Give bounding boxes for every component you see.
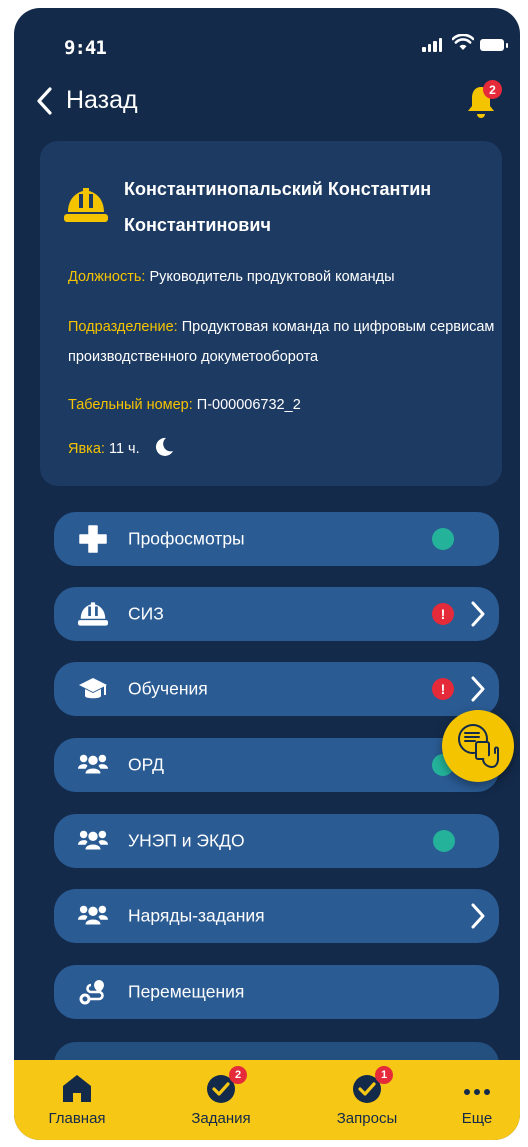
tab-label: Задания — [191, 1110, 251, 1127]
chevron-right-icon — [471, 676, 485, 702]
status-time: 9:41 — [64, 37, 107, 59]
menu-item-trainings[interactable]: Обучения ! — [54, 662, 499, 716]
graduation-cap-icon — [78, 674, 108, 704]
attendance-label: Явка: — [68, 441, 105, 457]
menu-item-movements[interactable]: Перемещения — [54, 965, 499, 1019]
tab-label: Запросы — [336, 1110, 398, 1127]
tab-number-value: П-000006732_2 — [196, 397, 301, 413]
contactless-card-button[interactable] — [442, 710, 514, 782]
status-warning-indicator: ! — [432, 678, 454, 700]
employee-name: Константинопальский Константин Константи… — [124, 179, 432, 235]
menu-item-ppe[interactable]: СИЗ ! — [54, 587, 499, 641]
home-icon — [63, 1075, 91, 1102]
tab-home[interactable]: Главная — [22, 1060, 132, 1140]
app-screen: 9:41 Назад 2 Константинопальский Констан… — [14, 8, 520, 1140]
users-icon — [78, 826, 108, 856]
tasks-badge: 2 — [229, 1066, 247, 1084]
back-label: Назад — [66, 86, 138, 114]
tab-number-row: Табельный номер: П-000006732_2 — [68, 390, 496, 420]
menu-item-label: Перемещения — [128, 981, 245, 1002]
status-ok-indicator — [432, 528, 454, 550]
bottom-tab-bar: Главная 2 Задания 1 Запросы Еще — [14, 1060, 520, 1140]
division-row: Подразделение: Продуктовая команда по ци… — [68, 312, 496, 372]
menu-item-label: Обучения — [128, 678, 208, 699]
menu-item-work-orders[interactable]: Наряды-задания — [54, 889, 499, 943]
wifi-icon — [452, 34, 474, 50]
back-button[interactable]: Назад — [36, 86, 138, 115]
tab-tasks[interactable]: 2 Задания — [166, 1060, 276, 1140]
division-label: Подразделение: — [68, 319, 178, 335]
tab-number-label: Табельный номер: — [68, 397, 193, 413]
hard-hat-icon — [78, 599, 108, 629]
tab-label: Еще — [461, 1110, 493, 1127]
menu-item-label: Наряды-задания — [128, 905, 265, 926]
requests-badge: 1 — [375, 1066, 393, 1084]
moon-icon — [155, 437, 173, 456]
battery-icon — [480, 39, 508, 51]
chevron-right-icon — [471, 601, 485, 627]
plus-icon — [78, 524, 108, 554]
chevron-right-icon — [471, 903, 485, 929]
menu-item-medical-checkups[interactable]: Профосмотры — [54, 512, 499, 566]
menu-item-ord[interactable]: ОРД — [54, 738, 499, 792]
status-ok-indicator — [433, 830, 455, 852]
users-icon — [78, 750, 108, 780]
status-warning-indicator: ! — [432, 603, 454, 625]
menu-item-label: ОРД — [128, 754, 164, 775]
cellular-signal-icon — [422, 38, 442, 52]
menu-item-unep-ekdo[interactable]: УНЭП и ЭКДО — [54, 814, 499, 868]
notifications-button[interactable]: 2 — [466, 80, 502, 120]
card-tap-icon — [458, 724, 499, 769]
position-label: Должность: — [68, 269, 146, 285]
tab-label: Главная — [48, 1110, 106, 1127]
hard-hat-icon — [64, 188, 108, 222]
more-icon — [464, 1089, 490, 1095]
menu-item-label: Профосмотры — [128, 528, 245, 549]
status-bar: 9:41 — [14, 8, 520, 68]
menu-item-label: СИЗ — [128, 603, 164, 624]
attendance-value: 11 ч. — [108, 441, 140, 457]
users-icon — [78, 901, 108, 931]
header: Назад 2 — [14, 80, 520, 130]
position-value: Руководитель продуктовой команды — [149, 269, 395, 285]
attendance-row: Явка: 11 ч. — [68, 434, 496, 464]
check-circle-icon: 2 — [204, 1066, 247, 1104]
tab-more[interactable]: Еще — [434, 1060, 520, 1140]
chevron-left-icon — [37, 86, 52, 115]
tab-requests[interactable]: 1 Запросы — [312, 1060, 422, 1140]
route-icon — [78, 977, 108, 1007]
notifications-badge: 2 — [483, 80, 502, 99]
profile-card: Константинопальский Константин Константи… — [40, 141, 502, 486]
menu-item-label: УНЭП и ЭКДО — [128, 830, 245, 851]
check-circle-icon: 1 — [350, 1066, 393, 1104]
position-row: Должность: Руководитель продуктовой кома… — [68, 262, 496, 292]
